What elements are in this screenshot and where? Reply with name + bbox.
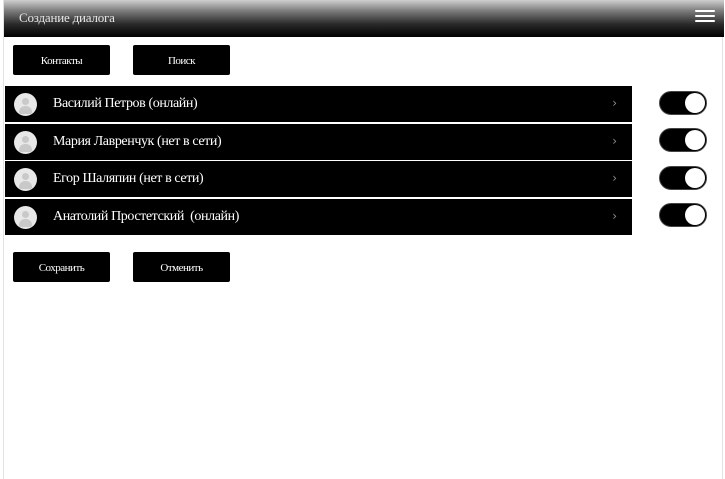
header-bar: Создание диалога bbox=[4, 0, 724, 37]
cancel-button[interactable]: Отменить bbox=[133, 252, 230, 282]
avatar-icon bbox=[14, 205, 37, 229]
chevron-right-icon: › bbox=[612, 96, 617, 110]
contact-row[interactable]: Анатолий Простетский (онлайн) › bbox=[5, 198, 632, 235]
avatar-icon bbox=[14, 168, 37, 191]
contact-name: Василий Петров (онлайн) bbox=[53, 96, 198, 111]
hamburger-menu-icon[interactable] bbox=[695, 10, 715, 26]
contacts-button[interactable]: Контакты bbox=[13, 45, 110, 75]
search-button[interactable]: Поиск bbox=[133, 45, 230, 75]
contact-toggle[interactable] bbox=[659, 203, 707, 227]
toggle-knob bbox=[685, 205, 705, 225]
contact-list: Василий Петров (онлайн) › Мария Лавренчу… bbox=[5, 86, 632, 236]
contact-toggle[interactable] bbox=[659, 166, 707, 190]
contact-name: Анатолий Простетский (онлайн) bbox=[53, 208, 239, 224]
contact-row[interactable]: Мария Лавренчук (нет в сети) › bbox=[5, 123, 632, 160]
page-title: Создание диалога bbox=[19, 10, 115, 25]
contact-toggle[interactable] bbox=[659, 91, 707, 115]
save-button[interactable]: Сохранить bbox=[13, 252, 110, 282]
toggle-knob bbox=[685, 130, 705, 150]
chevron-right-icon: › bbox=[612, 171, 617, 185]
contact-row[interactable]: Василий Петров (онлайн) › bbox=[5, 86, 632, 122]
avatar-icon bbox=[14, 93, 37, 116]
chevron-right-icon: › bbox=[612, 208, 617, 223]
contact-toggle[interactable] bbox=[659, 128, 707, 152]
toggle-knob bbox=[685, 168, 705, 188]
contact-name: Егор Шаляпин (нет в сети) bbox=[53, 171, 204, 186]
contact-name: Мария Лавренчук (нет в сети) bbox=[53, 133, 222, 149]
avatar-icon bbox=[14, 130, 37, 154]
toggle-knob bbox=[685, 93, 705, 113]
contact-row[interactable]: Егор Шаляпин (нет в сети) › bbox=[5, 161, 632, 197]
chevron-right-icon: › bbox=[612, 133, 617, 148]
dialog-window: Создание диалога Контакты Поиск Василий … bbox=[3, 0, 724, 479]
